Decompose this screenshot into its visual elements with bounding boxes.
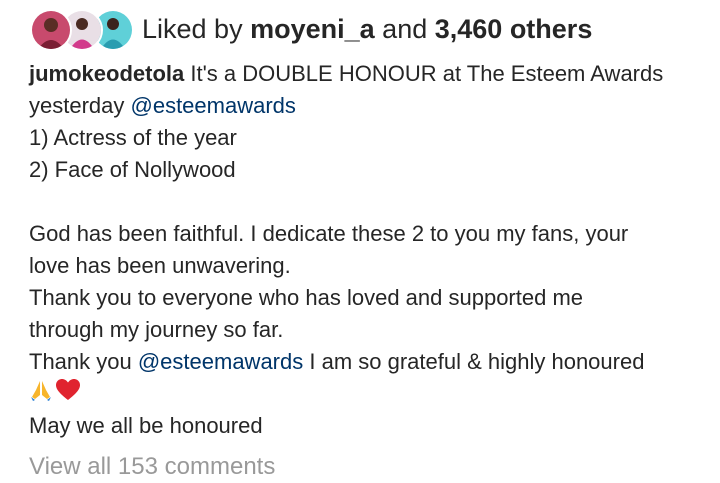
post-caption: jumokeodetola It's a DOUBLE HONOUR at Th…: [29, 58, 699, 442]
avatar[interactable]: [30, 9, 72, 51]
view-comments-link[interactable]: View all 153 comments: [29, 451, 275, 483]
caption-line: 2) Face of Nollywood: [29, 157, 236, 182]
mention-link[interactable]: @esteemawards: [131, 93, 296, 118]
likes-others-count[interactable]: 3,460 others: [435, 14, 593, 44]
caption-text: Thank you: [29, 349, 138, 374]
caption-text: yesterday: [29, 93, 131, 118]
liker-username[interactable]: moyeni_a: [250, 14, 375, 44]
caption-line: God has been faithful. I dedicate these …: [29, 221, 629, 246]
likes-prefix: Liked by: [142, 14, 243, 44]
caption-line: love has been unwavering.: [29, 253, 291, 278]
praying-hands-emoji: [29, 378, 53, 411]
caption-line: May we all be honoured: [29, 413, 263, 438]
emoji-line: [29, 378, 699, 410]
caption-line: 1) Actress of the year: [29, 125, 237, 150]
caption-line: yesterday @esteemawards: [29, 90, 699, 122]
caption-line: jumokeodetola It's a DOUBLE HONOUR at Th…: [29, 58, 699, 90]
post-username[interactable]: jumokeodetola: [29, 61, 184, 86]
likes-row: Liked by moyeni_a and 3,460 others: [30, 9, 592, 51]
mention-link[interactable]: @esteemawards: [138, 349, 303, 374]
likes-joiner: and: [382, 14, 428, 44]
caption-line: Thank you to everyone who has loved and …: [29, 285, 584, 310]
caption-line: through my journey so far.: [29, 317, 284, 342]
liker-avatars[interactable]: [30, 9, 134, 51]
caption-text: I am so grateful & highly honoured: [303, 349, 645, 374]
caption-line: Thank you @esteemawards I am so grateful…: [29, 346, 699, 378]
red-heart-emoji: [55, 378, 81, 411]
caption-spacer: [29, 186, 699, 218]
caption-text: It's a DOUBLE HONOUR at The Esteem Award…: [184, 61, 664, 86]
likes-summary[interactable]: Liked by moyeni_a and 3,460 others: [142, 12, 592, 46]
